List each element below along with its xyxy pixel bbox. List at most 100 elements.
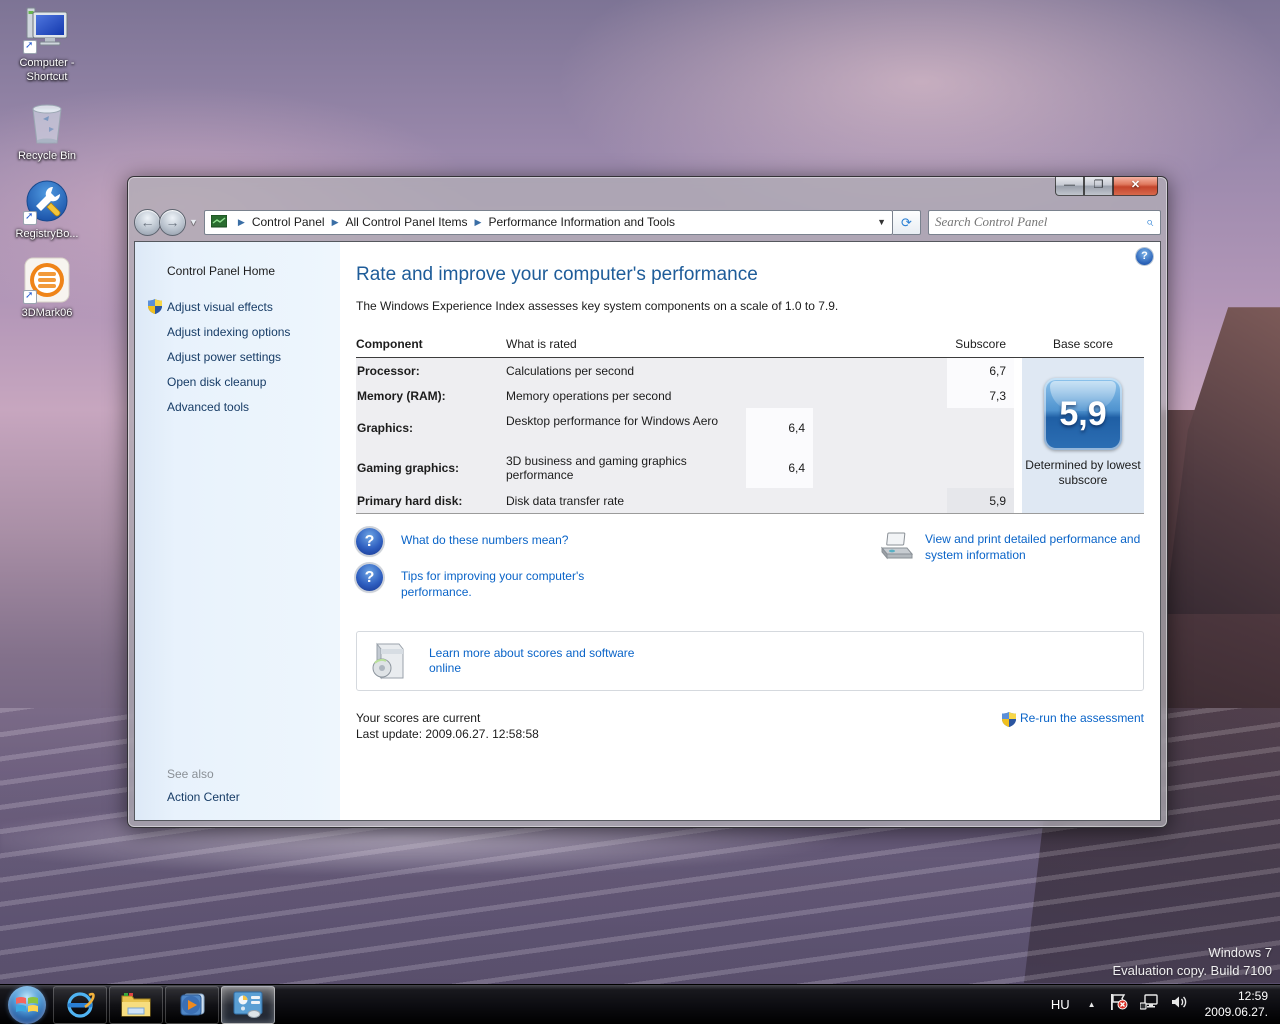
link-what-numbers-mean[interactable]: What do these numbers mean? xyxy=(401,528,568,549)
scores-current-text: Your scores are current xyxy=(356,711,1002,727)
breadcrumb-control-panel[interactable]: Control Panel xyxy=(252,215,325,229)
base-score-panel: 5,9 Determined by lowest subscore xyxy=(1022,358,1144,513)
forward-arrow-icon: → xyxy=(160,210,185,235)
breadcrumb-separator-icon: ▶ xyxy=(238,217,245,228)
link-tips-improving[interactable]: Tips for improving your computer's perfo… xyxy=(401,564,621,600)
breadcrumb-all-items[interactable]: All Control Panel Items xyxy=(345,215,467,229)
question-mark-icon[interactable]: ? xyxy=(356,528,383,555)
learn-more-box: Learn more about scores and software onl… xyxy=(356,631,1144,691)
recycle-bin-icon xyxy=(23,99,71,147)
watermark-line2: Evaluation copy. Build 7100 xyxy=(1113,962,1272,980)
software-box-icon xyxy=(369,640,407,682)
taskbar-item-media-player[interactable] xyxy=(165,986,219,1024)
rerun-assessment-link[interactable]: Re-run the assessment xyxy=(1002,711,1144,742)
rerun-assessment-label: Re-run the assessment xyxy=(1020,711,1144,725)
desktop-icon-registry-tool[interactable]: RegistryBo... xyxy=(4,177,90,242)
taskbar-item-windows-explorer[interactable] xyxy=(109,986,163,1024)
taskbar-clock[interactable]: 12:59 2009.06.27. xyxy=(1195,989,1280,1020)
desktop-icon-label: 3DMark06 xyxy=(4,307,90,321)
folder-icon xyxy=(120,992,152,1018)
question-mark-icon[interactable]: ? xyxy=(356,564,383,591)
row-component: Memory (RAM): xyxy=(356,383,506,408)
sidebar-item-control-panel-home[interactable]: Control Panel Home xyxy=(167,264,340,278)
back-button[interactable]: ← xyxy=(134,209,161,236)
row-subscore: 7,3 xyxy=(947,383,1014,408)
shortcut-arrow-icon xyxy=(23,40,37,54)
desktop-icon-3dmark06[interactable]: 3DMark06 xyxy=(4,256,90,321)
printer-icon xyxy=(879,532,913,562)
desktop-icon-computer-shortcut[interactable]: Computer - Shortcut xyxy=(4,6,90,85)
sidebar-item-label: Advanced tools xyxy=(167,400,249,414)
desktop-icon-label: Recycle Bin xyxy=(4,150,90,164)
taskbar-item-control-panel[interactable] xyxy=(221,986,275,1024)
volume-icon[interactable] xyxy=(1171,994,1189,1015)
control-panel-icon xyxy=(232,991,264,1019)
system-tray: HU ▲ 12:59 2009.0 xyxy=(1041,985,1280,1025)
registry-tool-icon xyxy=(23,177,71,225)
window-body: Control Panel Home Adjust visual effects… xyxy=(134,241,1161,821)
help-links: ? What do these numbers mean? ? Tips for… xyxy=(356,528,879,609)
uac-shield-icon xyxy=(1002,712,1016,730)
sidebar-item-adjust-visual-effects[interactable]: Adjust visual effects xyxy=(167,300,340,314)
refresh-button[interactable]: ⟳ xyxy=(893,210,921,235)
base-score-badge: 5,9 xyxy=(1044,378,1122,450)
row-component: Primary hard disk: xyxy=(356,488,506,513)
help-icon[interactable]: ? xyxy=(1136,248,1153,265)
minimize-button[interactable]: — xyxy=(1055,177,1084,196)
help-link-row: ? What do these numbers mean? xyxy=(356,528,879,555)
search-input[interactable] xyxy=(929,214,1146,230)
address-dropdown-icon[interactable]: ▼ xyxy=(877,217,886,227)
row-rated: Desktop performance for Windows Aero xyxy=(506,408,746,448)
row-rated: Disk data transfer rate xyxy=(506,488,947,513)
base-score-value: 5,9 xyxy=(1044,378,1122,450)
shortcut-arrow-icon xyxy=(23,290,37,304)
column-header-component: Component xyxy=(356,337,506,351)
column-gap xyxy=(1014,337,1022,351)
show-hidden-icons-button[interactable]: ▲ xyxy=(1080,1000,1104,1009)
row-rated: Memory operations per second xyxy=(506,383,947,408)
start-button[interactable] xyxy=(8,986,46,1024)
table-row: Gaming graphics: 3D business and gaming … xyxy=(356,448,1014,488)
desktop-icon-label: RegistryBo... xyxy=(4,228,90,242)
clock-time: 12:59 xyxy=(1205,989,1268,1005)
search-icon: ⌕ xyxy=(1146,214,1153,230)
address-bar[interactable]: ▶ Control Panel ▶ All Control Panel Item… xyxy=(204,210,893,235)
wei-table-header: Component What is rated Subscore Base sc… xyxy=(356,337,1144,351)
sidebar-item-adjust-indexing-options[interactable]: Adjust indexing options xyxy=(167,325,340,339)
action-center-flag-icon[interactable] xyxy=(1110,994,1128,1015)
row-subscore: 6,7 xyxy=(947,358,1014,383)
link-view-print-details[interactable]: View and print detailed performance and … xyxy=(925,532,1144,563)
media-player-icon xyxy=(177,991,207,1019)
status-zone: Your scores are current Last update: 200… xyxy=(356,711,1144,742)
sidebar-item-open-disk-cleanup[interactable]: Open disk cleanup xyxy=(167,375,340,389)
recent-pages-dropdown[interactable]: ▼ xyxy=(189,217,198,227)
desktop-icons: Computer - Shortcut Recycle Bin Registry… xyxy=(4,6,94,335)
sidebar-item-adjust-power-settings[interactable]: Adjust power settings xyxy=(167,350,340,364)
desktop-icon-recycle-bin[interactable]: Recycle Bin xyxy=(4,99,90,164)
see-also-heading: See also xyxy=(167,767,214,781)
taskbar-item-internet-explorer[interactable] xyxy=(53,986,107,1024)
forward-button[interactable]: → xyxy=(159,209,186,236)
row-component: Graphics: xyxy=(356,408,506,448)
print-link-row: View and print detailed performance and … xyxy=(879,528,1144,609)
language-indicator[interactable]: HU xyxy=(1041,997,1080,1012)
wei-rows: Processor: Calculations per second 6,7 M… xyxy=(356,358,1014,513)
close-button[interactable]: ✕ xyxy=(1113,177,1158,196)
link-learn-more-online[interactable]: Learn more about scores and software onl… xyxy=(429,646,649,677)
window-caption-buttons: — ❐ ✕ xyxy=(1055,177,1158,196)
internet-explorer-icon xyxy=(65,991,95,1019)
table-row: Graphics: Desktop performance for Window… xyxy=(356,408,1014,448)
main-content: ? Rate and improve your computer's perfo… xyxy=(340,242,1160,820)
network-icon[interactable] xyxy=(1140,994,1159,1015)
table-row: Processor: Calculations per second 6,7 xyxy=(356,358,1014,383)
maximize-button[interactable]: ❐ xyxy=(1084,177,1113,196)
sidebar-item-advanced-tools[interactable]: Advanced tools xyxy=(167,400,340,414)
column-gap xyxy=(1014,358,1022,513)
breadcrumb-current-page[interactable]: Performance Information and Tools xyxy=(488,215,675,229)
row-component: Gaming graphics: xyxy=(356,448,506,488)
table-row: Primary hard disk: Disk data transfer ra… xyxy=(356,488,1014,513)
column-header-base-score: Base score xyxy=(1022,337,1144,351)
clock-date: 2009.06.27. xyxy=(1205,1005,1268,1021)
evaluation-watermark: Windows 7 Evaluation copy. Build 7100 xyxy=(1113,944,1272,980)
sidebar-item-action-center[interactable]: Action Center xyxy=(167,790,240,804)
